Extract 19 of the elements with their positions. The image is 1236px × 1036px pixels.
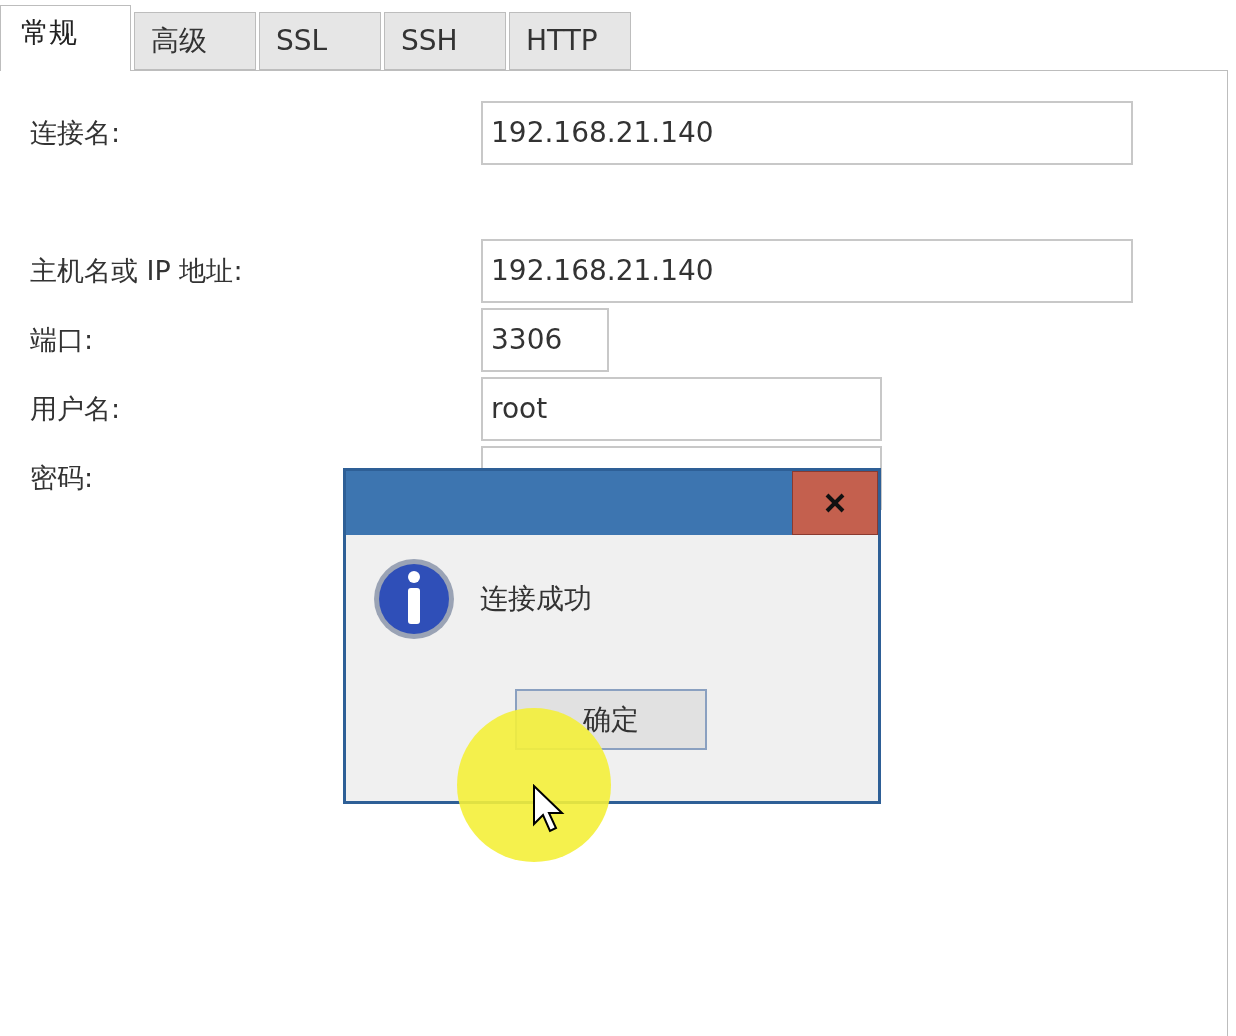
field-label: 连接名: bbox=[30, 115, 122, 150]
close-button[interactable] bbox=[792, 471, 878, 535]
info-icon bbox=[372, 557, 456, 641]
text-field[interactable]: 192.168.21.140 bbox=[481, 239, 1133, 303]
text-field[interactable]: 192.168.21.140 bbox=[481, 101, 1133, 165]
field-label: 用户名: bbox=[30, 391, 122, 426]
field-label: 端口: bbox=[30, 322, 95, 357]
tab[interactable]: HTTP bbox=[509, 12, 631, 70]
field-label: 密码: bbox=[30, 460, 95, 495]
tab[interactable]: SSH bbox=[384, 12, 506, 70]
text-field[interactable]: root bbox=[481, 377, 882, 441]
dialog-message: 连接成功 bbox=[480, 581, 592, 617]
field-label: 主机名或 IP 地址: bbox=[30, 253, 244, 288]
close-icon bbox=[823, 491, 847, 515]
tab[interactable]: 高级 bbox=[134, 12, 256, 70]
tab[interactable]: SSL bbox=[259, 12, 381, 70]
tab[interactable]: 常规 bbox=[0, 5, 131, 71]
text-field[interactable]: 3306 bbox=[481, 308, 609, 372]
cursor-icon bbox=[532, 784, 566, 834]
